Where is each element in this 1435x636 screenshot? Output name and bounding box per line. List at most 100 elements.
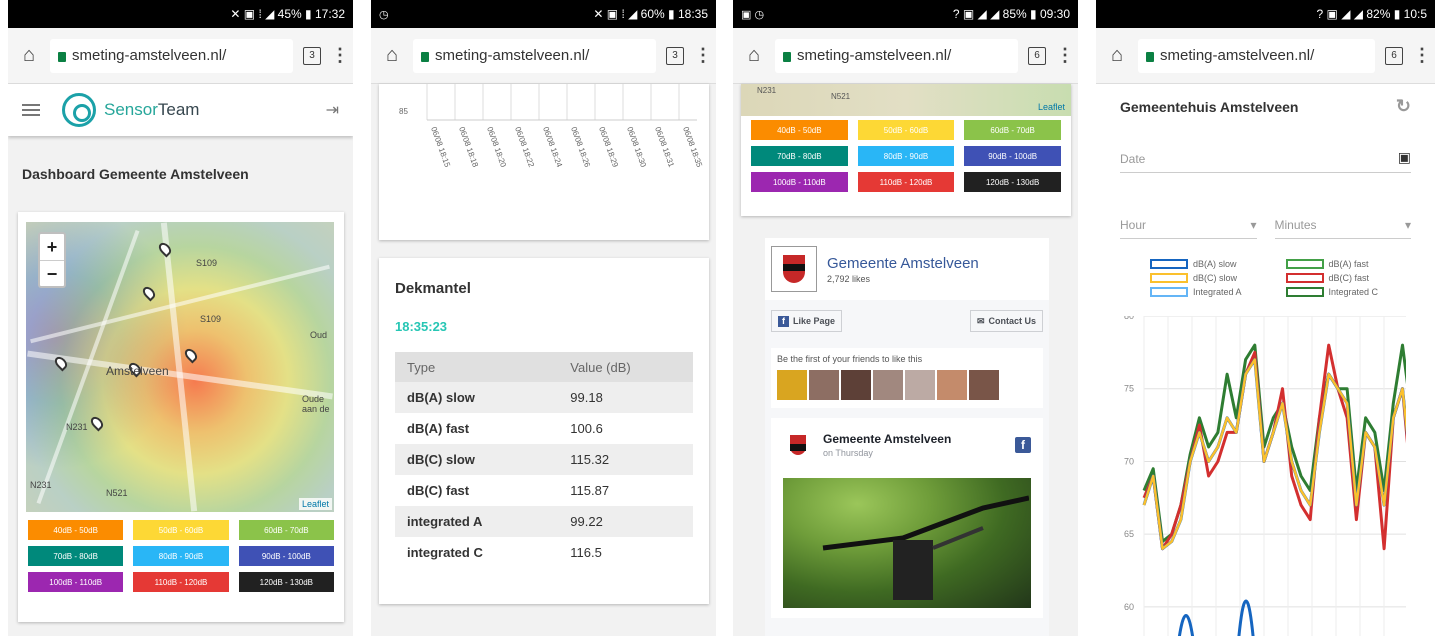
address-bar: ⌂ smeting-amstelveen.nl/ 6 ⋮ [1096,28,1435,84]
value-cell: 115.87 [570,483,610,498]
hamburger-icon[interactable] [22,104,40,116]
lock-icon [421,51,429,62]
map-label: N231 [30,480,52,490]
tab-switcher-button[interactable]: 3 [666,46,684,65]
status-bar: ◷ ✕ ▣ ⁞ ◢ 60% ▮ 18:35 [371,0,716,28]
tab-switcher-button[interactable]: 6 [1028,46,1046,65]
column-header-value: Value (dB) [558,352,693,382]
hour-select[interactable]: Hour ▾ [1120,203,1257,239]
legend-item: 110dB - 120dB [133,572,229,592]
url-field[interactable]: smeting-amstelveen.nl/ [50,38,293,73]
dropdown-arrow-icon: ▾ [1250,218,1257,232]
overflow-menu-icon[interactable]: ⋮ [694,45,712,66]
legend-entry[interactable]: Integrated C [1285,287,1412,297]
facebook-icon: f [778,315,789,327]
date-field[interactable]: Date ▣ [1120,137,1411,173]
avatar[interactable] [969,370,999,400]
page-title: Dashboard Gemeente Amstelveen [22,166,249,182]
status-text: ? ▣ ◢ ◢ 85% ▮ 09:30 [952,7,1070,21]
legend-swatch [1150,259,1188,269]
contact-us-button[interactable]: ✉ Contact Us [969,310,1043,332]
avatar[interactable] [809,370,839,400]
avatar[interactable] [873,370,903,400]
calendar-icon[interactable]: ▣ [1398,149,1411,166]
column-header-type: Type [395,352,559,382]
home-icon[interactable]: ⌂ [1106,44,1128,67]
sensor-marker[interactable] [182,346,200,364]
status-text: ✕ ▣ ⁞ ◢ 60% ▮ 18:35 [593,7,708,21]
status-left: ◷ [379,8,389,21]
refresh-icon[interactable]: ↻ [1396,96,1411,117]
noise-map[interactable]: + − S109 S109 Amstelveen N231 N231 N521 … [26,222,334,512]
noise-legend: 40dB - 50dB 50dB - 60dB 60dB - 70dB 70dB - … [741,120,1071,192]
url-text: smeting-amstelveen.nl/ [797,47,952,64]
x-tick-label: 06/08 18:20 [485,126,508,169]
facebook-icon[interactable]: f [1015,437,1031,453]
legend-item: 120dB - 130dB [964,172,1061,192]
municipality-crest-icon[interactable] [783,430,813,460]
fb-friends-box: Be the first of your friends to like thi… [771,348,1043,408]
zoom-in-button[interactable]: + [40,234,64,260]
chart-fragment: 85 06/08 18:15 06/08 18:18 06/08 18:20 06/0… [399,84,704,169]
like-page-button[interactable]: f Like Page [771,310,843,332]
url-field[interactable]: smeting-amstelveen.nl/ [1138,38,1375,73]
legend-item: 40dB - 50dB [28,520,124,540]
friend-avatars [777,370,1037,400]
legend-entry[interactable]: dB(A) slow [1150,259,1276,269]
sensor-marker[interactable] [156,240,174,258]
type-cell: dB(A) slow [395,382,559,413]
post-photo[interactable] [783,478,1031,608]
value-cell: 99.22 [558,506,693,537]
overflow-menu-icon[interactable]: ⋮ [1056,45,1074,66]
tab-switcher-button[interactable]: 3 [303,46,321,65]
legend-entry[interactable]: Integrated A [1150,287,1276,297]
map-fragment[interactable]: N231 N521 Leaflet [741,84,1071,116]
legend-item: 50dB - 60dB [133,520,229,540]
lock-icon [783,51,791,62]
sensorteam-logo [62,93,96,127]
avatar[interactable] [777,370,807,400]
home-icon[interactable]: ⌂ [381,44,403,67]
x-tick-label: 06/08 18:29 [597,126,620,169]
measurement-time: 18:35:23 [395,319,448,334]
type-cell: integrated A [395,506,559,537]
url-field[interactable]: smeting-amstelveen.nl/ [775,38,1018,73]
sensor-marker[interactable] [140,284,158,302]
legend-entry[interactable]: dB(C) fast [1285,273,1412,283]
legend-label: dB(C) slow [1193,273,1238,283]
status-left: ▣ ◷ [741,8,765,21]
legend-swatch [1150,273,1188,283]
x-tick-label: 06/08 18:22 [513,126,536,169]
avatar[interactable] [841,370,871,400]
fb-first-text: Be the first of your friends to like thi… [777,354,923,364]
zoom-out-button[interactable]: − [40,260,64,286]
post-author[interactable]: Gemeente Amstelveen [823,432,951,446]
series-line-db-c-slow [1142,358,1406,550]
y-tick-label: 65 [1124,529,1134,539]
url-text: smeting-amstelveen.nl/ [1160,47,1315,64]
avatar[interactable] [905,370,935,400]
fb-page-name[interactable]: Gemeente Amstelveen [827,255,979,272]
phone-dekmantel: ◷ ✕ ▣ ⁞ ◢ 60% ▮ 18:35 ⌂ smeting-amstelve… [371,0,716,636]
home-icon[interactable]: ⌂ [18,44,40,67]
leaflet-attribution[interactable]: Leaflet [1038,102,1065,112]
type-cell: dB(C) fast [407,483,470,498]
logout-icon[interactable]: ⇥ [326,100,339,120]
overflow-menu-icon[interactable]: ⋮ [331,45,349,66]
minutes-select[interactable]: Minutes ▾ [1274,203,1411,239]
legend-entry[interactable]: dB(C) slow [1150,273,1276,283]
type-cell: integrated C [407,545,483,560]
legend-entry[interactable]: dB(A) fast [1285,259,1412,269]
home-icon[interactable]: ⌂ [743,44,765,67]
sensor-marker[interactable] [88,414,106,432]
x-tick-label: 06/08 18:15 [429,126,452,169]
leaflet-attribution[interactable]: Leaflet [298,498,332,510]
legend-item: 80dB - 90dB [133,546,229,566]
tab-switcher-button[interactable]: 6 [1385,46,1403,65]
url-field[interactable]: smeting-amstelveen.nl/ [413,38,656,73]
overflow-menu-icon[interactable]: ⋮ [1413,45,1431,66]
municipality-crest-icon[interactable] [771,246,817,292]
type-cell: dB(A) fast [407,421,470,436]
legend-item: 70dB - 80dB [28,546,124,566]
avatar[interactable] [937,370,967,400]
